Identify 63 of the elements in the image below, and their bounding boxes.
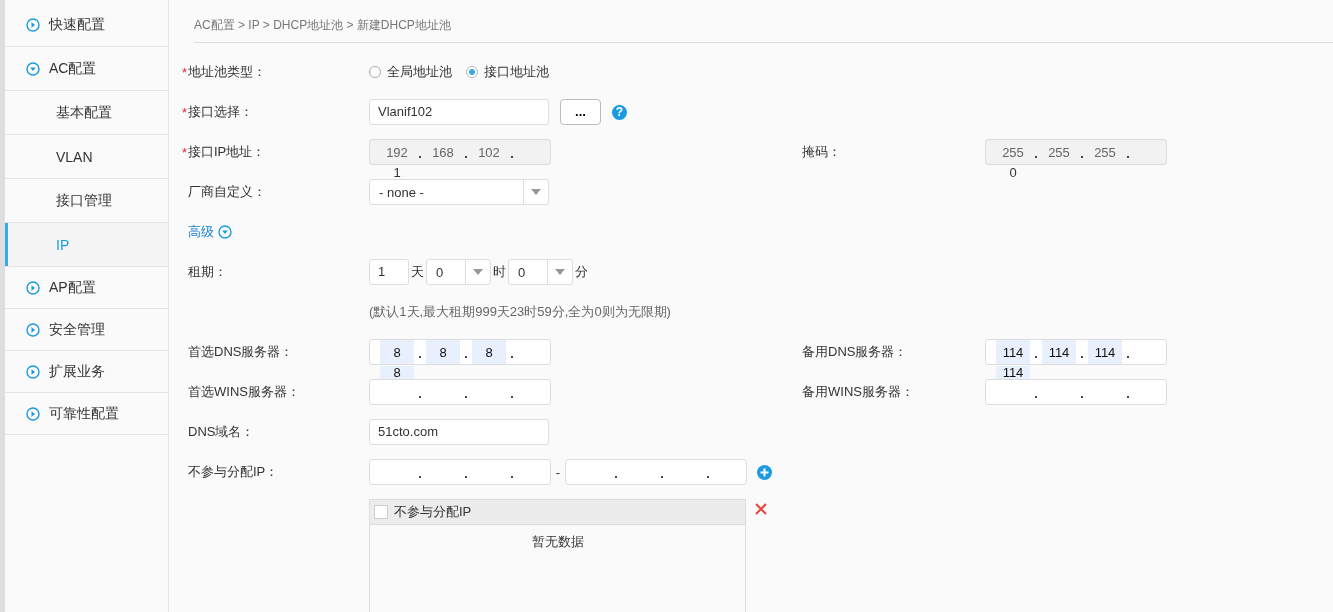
ip-octet: 1 — [392, 166, 402, 180]
field-label: DNS域名： — [188, 423, 255, 441]
field-label: 厂商自定义： — [188, 183, 266, 201]
ip-address-field[interactable] — [565, 459, 747, 485]
hint-text: (默认1天,最大租期999天23时59分,全为0则为无限期) — [369, 303, 671, 321]
required-mark: * — [182, 64, 188, 80]
checkbox[interactable] — [374, 505, 388, 519]
radio-button[interactable] — [369, 66, 381, 78]
ip-address-field[interactable] — [369, 379, 551, 405]
field-label: 备用DNS服务器： — [802, 343, 908, 361]
ip-octet: 8 — [380, 366, 414, 380]
ip-octet: 255 — [1047, 144, 1071, 162]
interface-field[interactable]: Vlanif102 — [369, 99, 549, 125]
unit-label: 时 — [492, 263, 507, 281]
dropdown-caret-icon[interactable] — [531, 189, 541, 195]
field-label: 租期： — [188, 263, 227, 281]
ip-octet: 102 — [477, 144, 501, 162]
field-label: 接口选择： — [188, 103, 253, 121]
ip-octet: 8 — [426, 340, 460, 364]
field-label: 不参与分配IP： — [188, 463, 279, 481]
ip-address-field[interactable]: 8 8 8 — [369, 339, 551, 365]
unit-label: 天 — [410, 263, 425, 281]
breadcrumb: AC配置 > IP > DHCP地址池 > 新建DHCP地址池 — [194, 17, 451, 35]
ip-octet: 114 — [1042, 340, 1076, 364]
ip-address-field[interactable]: 114 114 114 — [985, 339, 1167, 365]
dropdown[interactable]: 0 — [508, 259, 573, 285]
ip-octet: 0 — [1008, 166, 1018, 180]
radio-option[interactable]: 全局地址池 — [369, 63, 452, 81]
dropdown[interactable]: 0 — [426, 259, 491, 285]
radio-option[interactable]: 接口地址池 — [466, 63, 549, 81]
empty-message: 暂无数据 — [531, 534, 584, 549]
ip-octet: 255 — [1001, 144, 1025, 162]
browse-button[interactable]: ... — [560, 99, 601, 125]
field-label: 地址池类型： — [188, 63, 266, 81]
dropdown[interactable]: - none - — [369, 179, 549, 205]
dropdown-caret-icon[interactable] — [473, 269, 483, 275]
advanced-link[interactable]: 高级 — [188, 223, 214, 241]
dropdown-caret-icon[interactable] — [555, 269, 565, 275]
ip-octet: 114 — [996, 366, 1030, 380]
range-separator: - — [554, 464, 562, 480]
field-label: 备用WINS服务器： — [802, 383, 914, 401]
ip-octet: 8 — [472, 340, 506, 364]
ip-octet: 192 — [385, 144, 409, 162]
ip-address-field[interactable] — [369, 459, 551, 485]
field-label: 接口IP地址： — [188, 143, 266, 161]
required-mark: * — [182, 144, 188, 160]
ip-octet: 114 — [1088, 340, 1122, 364]
field-label: 首选DNS服务器： — [188, 343, 294, 361]
ip-octet: 8 — [380, 340, 414, 364]
required-mark: * — [182, 104, 188, 120]
ip-octet: 114 — [996, 340, 1030, 364]
unit-label: 分 — [574, 263, 589, 281]
domain-field[interactable]: 51cto.com — [369, 419, 549, 445]
field-label: 掩码： — [802, 143, 841, 161]
ip-address-field[interactable] — [985, 379, 1167, 405]
ip-octet: 168 — [431, 144, 455, 162]
days-field[interactable]: 1 — [369, 259, 409, 285]
column-header: 不参与分配IP — [394, 503, 472, 521]
add-icon[interactable] — [757, 464, 772, 480]
radio-button[interactable] — [466, 66, 478, 78]
delete-icon[interactable] — [755, 503, 767, 515]
field-label: 首选WINS服务器： — [188, 383, 300, 401]
ip-octet: 255 — [1093, 144, 1117, 162]
